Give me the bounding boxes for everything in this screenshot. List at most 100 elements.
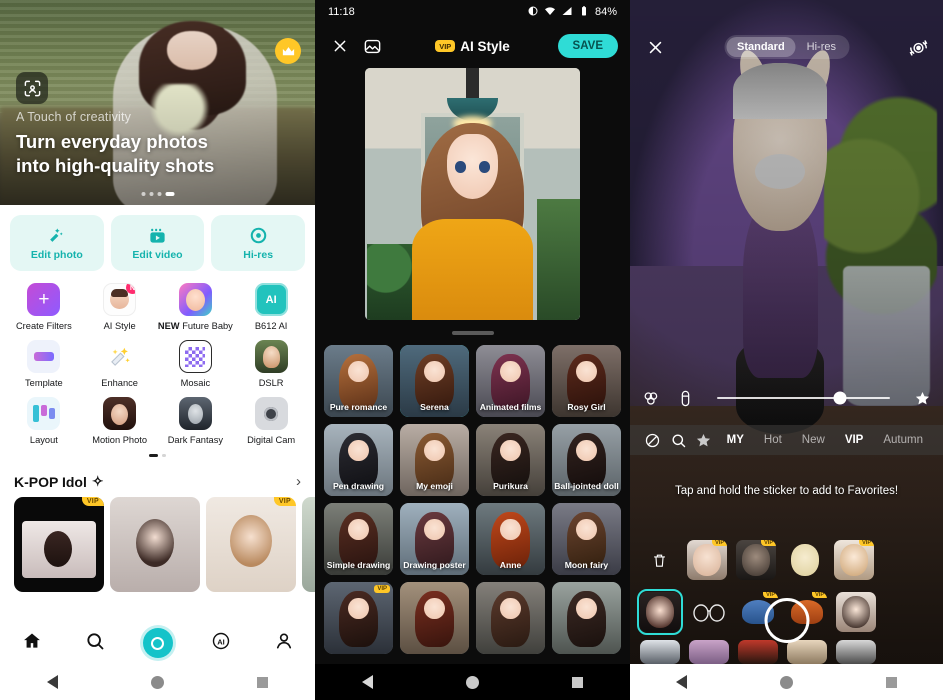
sticker-item-selected[interactable] [637, 589, 683, 635]
camera-shutter-button[interactable] [764, 598, 809, 643]
style-card[interactable]: Drawing poster [400, 503, 469, 575]
carousel-dot[interactable] [141, 192, 145, 196]
tab-autumn[interactable]: Autumn [873, 434, 933, 446]
nav-recents-icon[interactable] [885, 676, 897, 688]
sidebar-item-camera[interactable] [136, 628, 180, 658]
search-icon[interactable] [666, 432, 692, 449]
sidebar-item-profile[interactable] [262, 628, 306, 658]
sticker-item[interactable] [689, 640, 729, 664]
photo-icon[interactable] [359, 33, 385, 59]
kpop-card[interactable]: VIP [206, 497, 296, 592]
kpop-card[interactable] [302, 497, 315, 592]
style-card[interactable]: Purikura [476, 424, 545, 496]
nav-home-icon[interactable] [779, 675, 793, 689]
sticker-item[interactable] [836, 640, 876, 664]
nav-recents-icon[interactable] [572, 676, 584, 688]
style-card[interactable]: Anne [476, 503, 545, 575]
hero-banner[interactable]: A Touch of creativity Turn everyday phot… [0, 0, 315, 205]
tool-mosaic[interactable]: Mosaic [158, 340, 234, 388]
edit-video-button[interactable]: Edit video [110, 215, 205, 271]
tool-dslr[interactable]: DSLR [233, 340, 309, 388]
sidebar-item-search[interactable] [73, 628, 117, 658]
style-card-selected[interactable]: Serena [400, 345, 469, 417]
tab-my[interactable]: MY [717, 434, 754, 446]
close-icon[interactable] [327, 33, 353, 59]
style-card[interactable]: Ball-jointed doll [552, 424, 621, 496]
skin-tone-icon[interactable] [675, 388, 695, 408]
trash-icon[interactable] [640, 552, 678, 569]
beauty-slider[interactable] [717, 391, 890, 405]
mode-standard[interactable]: Standard [725, 37, 796, 57]
tool-b612-ai[interactable]: AI B612 AI [233, 283, 309, 331]
tool-template[interactable]: Template [6, 340, 82, 388]
chevron-right-icon[interactable]: › [296, 473, 301, 490]
none-circle-icon[interactable] [640, 432, 666, 449]
sidebar-item-ai[interactable]: AI [199, 628, 243, 658]
sticker-item[interactable] [787, 640, 827, 664]
beauty-blur-icon[interactable] [641, 388, 661, 408]
sidebar-item-home[interactable] [10, 628, 54, 658]
crown-icon[interactable] [275, 38, 301, 64]
slider-thumb[interactable] [833, 391, 847, 405]
tool-layout[interactable]: Layout [6, 397, 82, 445]
sticker-item[interactable]: VIP [736, 540, 776, 580]
nav-home-icon[interactable] [150, 675, 164, 689]
nav-back-icon[interactable] [361, 675, 373, 689]
tool-future-baby[interactable]: NEW Future Baby [158, 283, 234, 331]
tab-new[interactable]: New [792, 434, 835, 446]
kpop-card-row[interactable]: VIP VIP [0, 497, 315, 592]
shutter-icon[interactable] [142, 628, 173, 658]
new-badge: N [126, 284, 136, 294]
pager-dot[interactable] [162, 454, 166, 457]
tool-create-filters[interactable]: + Create Filters [6, 283, 82, 331]
kpop-card[interactable] [110, 497, 200, 592]
sticker-item[interactable] [640, 640, 680, 664]
star-icon[interactable] [691, 432, 717, 449]
hero-carousel-dots[interactable] [141, 192, 174, 196]
carousel-dot[interactable] [157, 192, 161, 196]
tab-hot[interactable]: Hot [754, 434, 792, 446]
camera-flip-icon[interactable] [905, 34, 931, 60]
style-card[interactable]: Rosy Girl [552, 345, 621, 417]
nav-home-icon[interactable] [465, 675, 479, 689]
carousel-dot-active[interactable] [165, 192, 174, 196]
nav-back-icon[interactable] [676, 675, 688, 689]
pager-dot-active[interactable] [149, 454, 158, 457]
nav-back-icon[interactable] [46, 675, 58, 689]
style-card[interactable] [552, 582, 621, 654]
style-card[interactable]: Pure romance [324, 345, 393, 417]
preview-image[interactable] [365, 68, 580, 320]
sticker-item[interactable] [785, 540, 825, 580]
tool-dark-fantasy[interactable]: Dark Fantasy [158, 397, 234, 445]
sticker-item[interactable] [738, 640, 778, 664]
face-scan-icon[interactable] [16, 72, 48, 104]
nav-recents-icon[interactable] [257, 676, 269, 688]
sticker-item[interactable] [836, 592, 876, 632]
mode-hi-res[interactable]: Hi-res [796, 37, 847, 57]
sticker-item[interactable]: VIP [834, 540, 874, 580]
tab-vip[interactable]: VIP [835, 434, 874, 446]
tool-enhance[interactable]: Enhance [82, 340, 158, 388]
style-card[interactable]: Pen drawing [324, 424, 393, 496]
edit-photo-button[interactable]: Edit photo [10, 215, 104, 271]
tool-ai-style[interactable]: N AI Style [82, 283, 158, 331]
carousel-dot[interactable] [149, 192, 153, 196]
sticker-item[interactable]: VIP [687, 540, 727, 580]
style-card[interactable]: My emoji [400, 424, 469, 496]
style-card[interactable] [476, 582, 545, 654]
resolution-mode-toggle[interactable]: Standard Hi-res [723, 35, 850, 59]
style-card[interactable]: VIP [324, 582, 393, 654]
sticker-item[interactable] [689, 592, 729, 632]
tool-digital-cam[interactable]: Digital Cam [233, 397, 309, 445]
style-card[interactable] [400, 582, 469, 654]
star-filled-icon[interactable] [912, 388, 932, 408]
hi-res-button[interactable]: Hi-res [211, 215, 306, 271]
save-button[interactable]: SAVE [557, 34, 618, 58]
style-card[interactable]: Simple drawing [324, 503, 393, 575]
style-card[interactable]: Moon fairy [552, 503, 621, 575]
kpop-card[interactable]: VIP [14, 497, 104, 592]
style-card[interactable]: Animated films [476, 345, 545, 417]
tool-motion-photo[interactable]: Motion Photo [82, 397, 158, 445]
close-icon[interactable] [642, 34, 668, 60]
edit-video-label: Edit video [132, 249, 183, 261]
